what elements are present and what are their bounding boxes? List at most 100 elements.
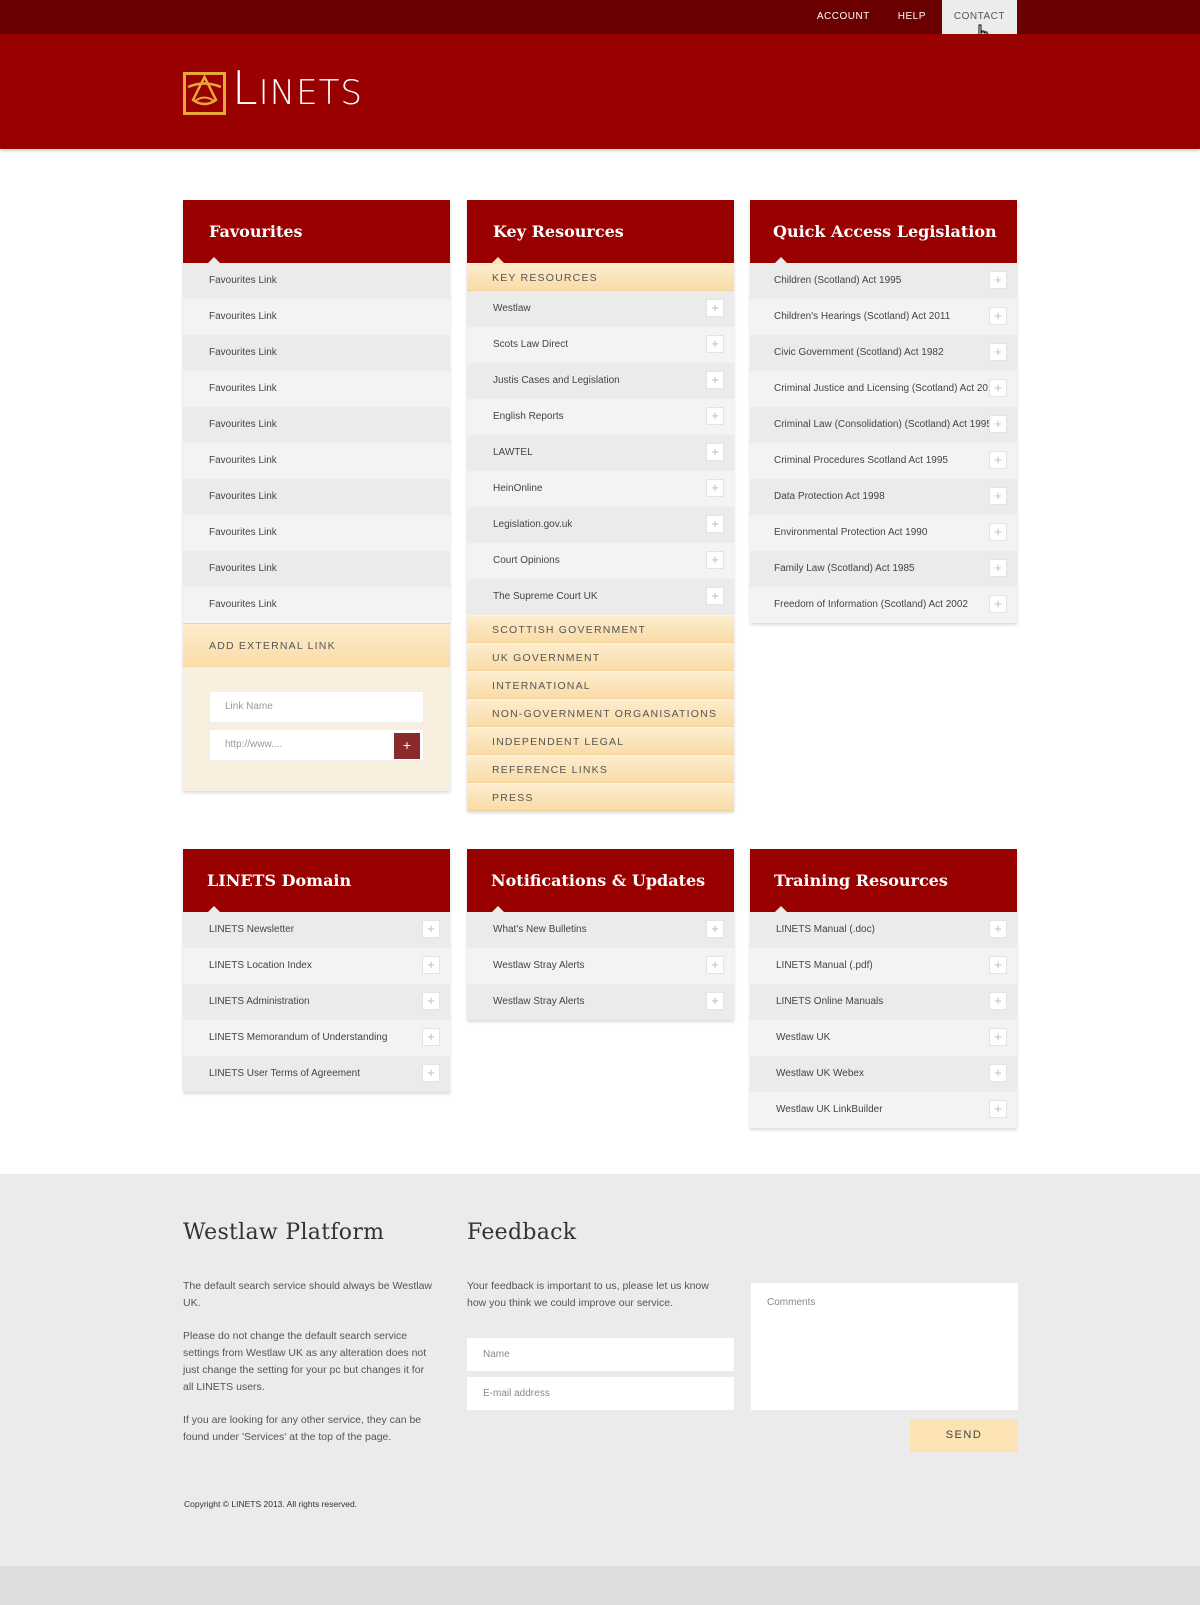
brand-name: LINETS: [232, 61, 363, 115]
legislation-link[interactable]: Civic Government (Scotland) Act 1982 +: [750, 335, 1017, 371]
feedback-email-input[interactable]: E-mail address: [467, 1377, 734, 1410]
training-link[interactable]: LINETS Online Manuals +: [750, 984, 1017, 1020]
resource-link[interactable]: English Reports +: [467, 399, 734, 435]
favourites-link[interactable]: Favourites Link: [183, 263, 450, 299]
plus-icon[interactable]: +: [422, 992, 440, 1010]
domain-link[interactable]: LINETS Memorandum of Understanding +: [183, 1020, 450, 1056]
plus-icon[interactable]: +: [706, 407, 724, 425]
domain-link[interactable]: LINETS Newsletter +: [183, 912, 450, 948]
plus-icon[interactable]: +: [706, 551, 724, 569]
category-international[interactable]: INTERNATIONAL: [467, 671, 734, 699]
resource-link[interactable]: Legislation.gov.uk +: [467, 507, 734, 543]
legislation-list: Children (Scotland) Act 1995 + Children's…: [750, 263, 1017, 623]
add-external-link-toggle[interactable]: ADD EXTERNAL LINK: [183, 623, 450, 667]
resource-link[interactable]: HeinOnline +: [467, 471, 734, 507]
plus-icon[interactable]: +: [706, 920, 724, 938]
favourites-link[interactable]: Favourites Link: [183, 479, 450, 515]
category-uk-government[interactable]: UK GOVERNMENT: [467, 643, 734, 671]
training-link[interactable]: Westlaw UK +: [750, 1020, 1017, 1056]
legislation-link[interactable]: Children's Hearings (Scotland) Act 2011 +: [750, 299, 1017, 335]
training-link[interactable]: Westlaw UK LinkBuilder +: [750, 1092, 1017, 1128]
favourites-link[interactable]: Favourites Link: [183, 407, 450, 443]
westlaw-platform-title: Westlaw Platform: [183, 1220, 385, 1245]
legislation-link[interactable]: Criminal Procedures Scotland Act 1995 +: [750, 443, 1017, 479]
help-link[interactable]: HELP: [886, 0, 938, 34]
domain-link[interactable]: LINETS Administration +: [183, 984, 450, 1020]
link-url-input[interactable]: http://www.... +: [209, 729, 424, 761]
domain-link[interactable]: LINETS Location Index +: [183, 948, 450, 984]
legislation-link[interactable]: Criminal Law (Consolidation) (Scotland) …: [750, 407, 1017, 443]
plus-icon[interactable]: +: [989, 307, 1007, 325]
plus-icon[interactable]: +: [706, 443, 724, 461]
plus-icon[interactable]: +: [706, 479, 724, 497]
link-name-input[interactable]: Link Name: [209, 691, 424, 723]
linets-logo[interactable]: LINETS: [183, 61, 363, 115]
plus-icon[interactable]: +: [706, 992, 724, 1010]
plus-icon[interactable]: +: [989, 559, 1007, 577]
plus-icon[interactable]: +: [706, 587, 724, 605]
favourites-link[interactable]: Favourites Link: [183, 443, 450, 479]
category-reference-links[interactable]: REFERENCE LINKS: [467, 755, 734, 783]
favourites-link[interactable]: Favourites Link: [183, 551, 450, 587]
feedback-comments-textarea[interactable]: Comments: [751, 1283, 1018, 1410]
plus-icon[interactable]: +: [989, 487, 1007, 505]
plus-icon[interactable]: +: [989, 343, 1007, 361]
category-scottish-government[interactable]: SCOTTISH GOVERNMENT: [467, 615, 734, 643]
favourites-link[interactable]: Favourites Link: [183, 371, 450, 407]
plus-icon[interactable]: +: [706, 515, 724, 533]
category-press[interactable]: PRESS: [467, 783, 734, 811]
training-link[interactable]: Westlaw UK Webex +: [750, 1056, 1017, 1092]
plus-icon[interactable]: +: [989, 1028, 1007, 1046]
plus-icon[interactable]: +: [989, 415, 1007, 433]
plus-icon[interactable]: +: [989, 379, 1007, 397]
copyright-text: Copyright © LINETS 2013. All rights rese…: [184, 1499, 358, 1509]
plus-icon[interactable]: +: [989, 992, 1007, 1010]
plus-icon[interactable]: +: [706, 371, 724, 389]
plus-icon[interactable]: +: [989, 271, 1007, 289]
plus-icon[interactable]: +: [989, 956, 1007, 974]
legislation-link[interactable]: Data Protection Act 1998 +: [750, 479, 1017, 515]
resource-link[interactable]: Scots Law Direct +: [467, 327, 734, 363]
notification-link[interactable]: Westlaw Stray Alerts +: [467, 984, 734, 1020]
plus-icon[interactable]: +: [422, 1028, 440, 1046]
plus-icon[interactable]: +: [989, 523, 1007, 541]
legislation-link[interactable]: Freedom of Information (Scotland) Act 20…: [750, 587, 1017, 623]
plus-icon[interactable]: +: [989, 1100, 1007, 1118]
send-button[interactable]: SEND: [910, 1419, 1018, 1452]
resource-link[interactable]: Westlaw +: [467, 291, 734, 327]
plus-icon[interactable]: +: [989, 595, 1007, 613]
domain-link[interactable]: LINETS User Terms of Agreement +: [183, 1056, 450, 1092]
plus-icon[interactable]: +: [706, 299, 724, 317]
plus-icon[interactable]: +: [706, 956, 724, 974]
resource-link[interactable]: The Supreme Court UK +: [467, 579, 734, 615]
category-key-resources[interactable]: KEY RESOURCES: [467, 263, 734, 291]
favourites-link[interactable]: Favourites Link: [183, 515, 450, 551]
legislation-link[interactable]: Family Law (Scotland) Act 1985 +: [750, 551, 1017, 587]
plus-icon[interactable]: +: [989, 920, 1007, 938]
plus-icon[interactable]: +: [989, 451, 1007, 469]
plus-icon[interactable]: +: [422, 956, 440, 974]
favourites-link[interactable]: Favourites Link: [183, 587, 450, 623]
plus-icon[interactable]: +: [706, 335, 724, 353]
legislation-link[interactable]: Children (Scotland) Act 1995 +: [750, 263, 1017, 299]
notification-link[interactable]: Westlaw Stray Alerts +: [467, 948, 734, 984]
favourites-link[interactable]: Favourites Link: [183, 335, 450, 371]
notification-link[interactable]: What's New Bulletins +: [467, 912, 734, 948]
top-bar: ACCOUNT HELP CONTACT: [0, 0, 1200, 34]
category-ngo[interactable]: NON-GOVERNMENT ORGANISATIONS: [467, 699, 734, 727]
resource-link[interactable]: LAWTEL +: [467, 435, 734, 471]
resource-link[interactable]: Court Opinions +: [467, 543, 734, 579]
feedback-name-input[interactable]: Name: [467, 1338, 734, 1371]
legislation-link[interactable]: Criminal Justice and Licensing (Scotland…: [750, 371, 1017, 407]
legislation-link[interactable]: Environmental Protection Act 1990 +: [750, 515, 1017, 551]
category-independent-legal[interactable]: INDEPENDENT LEGAL: [467, 727, 734, 755]
training-link[interactable]: LINETS Manual (.doc) +: [750, 912, 1017, 948]
plus-icon[interactable]: +: [989, 1064, 1007, 1082]
account-link[interactable]: ACCOUNT: [805, 0, 882, 34]
favourites-link[interactable]: Favourites Link: [183, 299, 450, 335]
training-link[interactable]: LINETS Manual (.pdf) +: [750, 948, 1017, 984]
add-link-button[interactable]: +: [394, 733, 420, 759]
plus-icon[interactable]: +: [422, 920, 440, 938]
resource-link[interactable]: Justis Cases and Legislation +: [467, 363, 734, 399]
plus-icon[interactable]: +: [422, 1064, 440, 1082]
